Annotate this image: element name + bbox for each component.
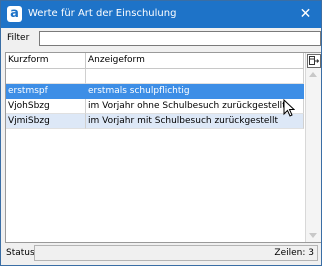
app-logo-icon: a	[7, 6, 22, 22]
table-row[interactable]: VjohSbzg im Vorjahr ohne Schulbesuch zur…	[6, 99, 304, 114]
cell-anzeigeform: im Vorjahr ohne Schulbesuch zurückgestel…	[86, 99, 304, 114]
table-row[interactable]: VjmiSbzg im Vorjahr mit Schulbesuch zurü…	[6, 114, 304, 129]
dialog-window: a Werte für Art der Einschulung ✕ Filter…	[0, 0, 322, 266]
close-button[interactable]: ✕	[295, 4, 316, 24]
column-chooser-icon	[309, 56, 320, 65]
table-row[interactable]	[6, 69, 304, 84]
filter-label: Filter	[7, 33, 30, 43]
scroll-down-arrow-icon[interactable]	[309, 233, 317, 238]
cell-kurzform	[6, 69, 86, 84]
cell-kurzform: erstmspf	[6, 84, 86, 99]
cell-kurzform: VjohSbzg	[6, 99, 86, 114]
window-title: Werte für Art der Einschulung	[28, 8, 177, 19]
column-header-anzeigeform[interactable]: Anzeigeform	[86, 53, 304, 68]
row-count: Zeilen: 3	[274, 248, 314, 258]
cell-kurzform: VjmiSbzg	[6, 114, 86, 129]
title-bar[interactable]: a Werte für Art der Einschulung ✕	[1, 1, 321, 28]
status-bar: Zeilen: 3	[34, 245, 318, 261]
values-table: Kurzform Anzeigeform erstmspf erstmals s…	[5, 52, 321, 243]
cell-anzeigeform: im Vorjahr mit Schulbesuch zurückgestell…	[86, 114, 304, 129]
cell-anzeigeform	[86, 69, 304, 84]
scroll-up-arrow-icon[interactable]	[309, 72, 317, 77]
cell-anzeigeform: erstmals schulpflichtig	[86, 84, 304, 99]
table-header: Kurzform Anzeigeform	[6, 53, 304, 69]
mouse-cursor-icon	[283, 99, 295, 117]
column-header-kurzform[interactable]: Kurzform	[6, 53, 86, 68]
filter-input[interactable]	[39, 31, 321, 46]
vertical-scrollbar[interactable]	[305, 53, 321, 242]
status-label: Status	[6, 248, 35, 258]
column-chooser-button[interactable]	[307, 54, 321, 68]
table-row-selected[interactable]: erstmspf erstmals schulpflichtig	[6, 84, 304, 99]
